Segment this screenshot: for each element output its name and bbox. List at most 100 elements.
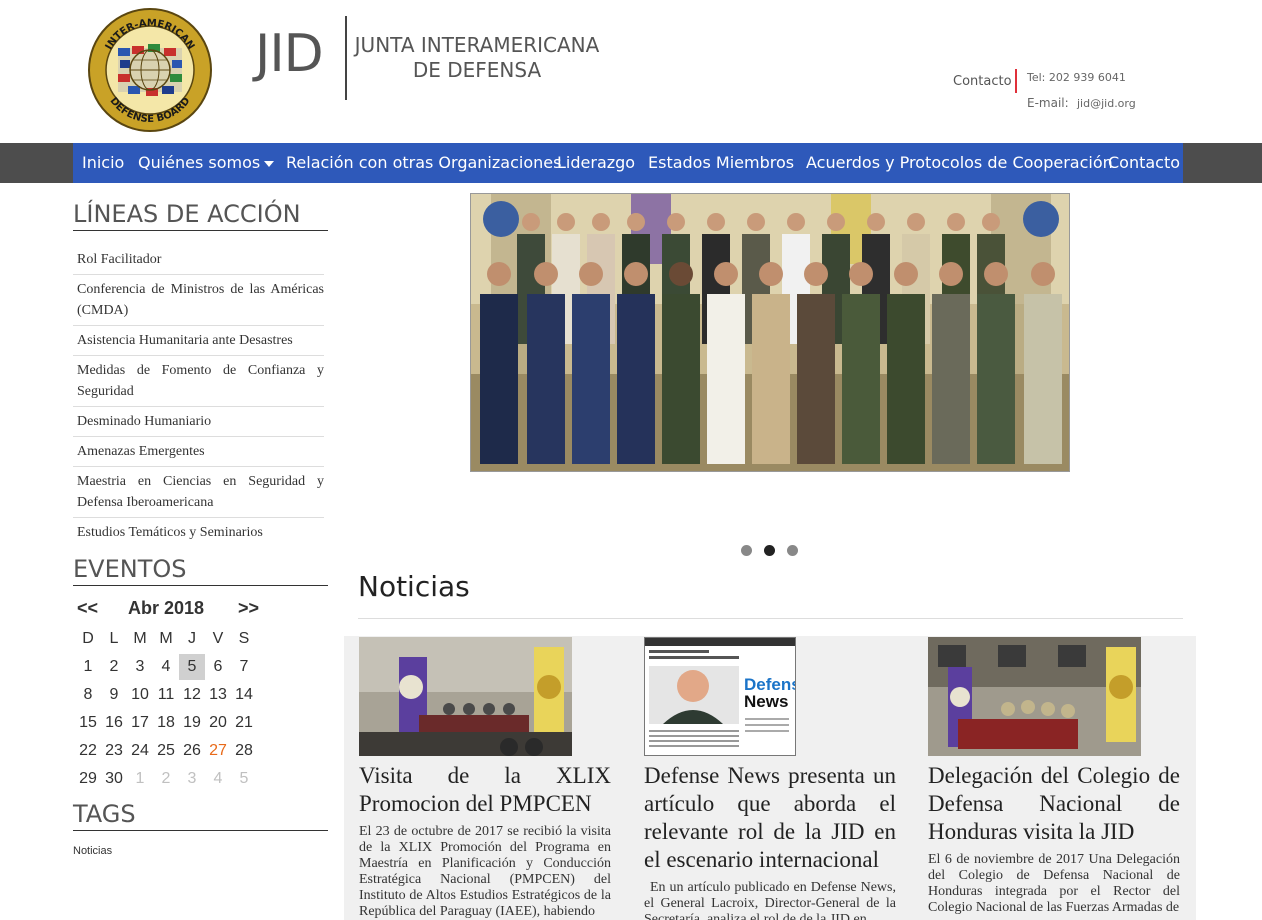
calendar-day-other-month: 3 bbox=[187, 770, 197, 787]
news-card: Visita de la XLIX Promocion del PMPCEN E… bbox=[359, 636, 613, 920]
nav-item-inicio[interactable]: Inicio bbox=[82, 143, 124, 183]
nav-item-liderazgo[interactable]: Liderazgo bbox=[557, 143, 635, 183]
tags-heading: TAGS bbox=[73, 800, 328, 831]
news-heading: Noticias bbox=[358, 570, 470, 603]
logo-divider bbox=[345, 16, 347, 100]
calendar-weekday: S bbox=[238, 630, 250, 647]
calendar-next-button[interactable]: >> bbox=[238, 598, 259, 619]
news-title-link[interactable]: Delegación del Colegio de Defensa Nacion… bbox=[928, 762, 1180, 846]
calendar-day-other-month: 2 bbox=[161, 770, 171, 787]
news-excerpt: En un artículo publicado en Defense News… bbox=[644, 880, 896, 920]
calendar-day[interactable]: 15 bbox=[75, 710, 101, 736]
list-item[interactable]: Asistencia Humanitaria ante Desastres bbox=[73, 326, 324, 356]
org-name-line2: DE DEFENSA bbox=[412, 58, 542, 82]
lineas-de-accion-list: Rol Facilitador Conferencia de Ministros… bbox=[73, 245, 324, 547]
calendar-day[interactable]: 12 bbox=[179, 682, 205, 708]
calendar-day[interactable]: 1 bbox=[75, 654, 101, 680]
contact-divider bbox=[1015, 69, 1017, 93]
nav-item-acuerdos[interactable]: Acuerdos y Protocolos de Cooperación bbox=[806, 143, 1113, 183]
calendar-day[interactable]: 13 bbox=[205, 682, 231, 708]
news-excerpt: El 23 de octubre de 2017 se recibió la v… bbox=[359, 824, 611, 919]
calendar-month-title: Abr 2018 bbox=[128, 598, 205, 618]
header-email-label: E-mail: bbox=[1027, 96, 1069, 110]
lineas-de-accion-heading: LÍNEAS DE ACCIÓN bbox=[73, 200, 328, 231]
calendar-day[interactable]: 2 bbox=[101, 654, 127, 680]
calendar-day[interactable]: 22 bbox=[75, 738, 101, 764]
news-card: Defense News Defense News presenta un ar… bbox=[644, 636, 898, 920]
calendar-day[interactable]: 10 bbox=[127, 682, 153, 708]
list-item[interactable]: Rol Facilitador bbox=[73, 245, 324, 275]
calendar-day[interactable]: 28 bbox=[231, 738, 257, 764]
calendar-day-other-month: 1 bbox=[135, 770, 145, 787]
thumb-brand-line1: Defense bbox=[744, 675, 795, 694]
thumb-brand-line2: News bbox=[744, 692, 789, 711]
news-thumbnail[interactable]: Defense News bbox=[644, 637, 796, 756]
calendar-day[interactable]: 16 bbox=[101, 710, 127, 736]
group-photo-illustration bbox=[471, 194, 1069, 471]
jid-logo-text[interactable]: JID bbox=[255, 24, 324, 84]
calendar-day[interactable]: 25 bbox=[153, 738, 179, 764]
carousel-dot[interactable] bbox=[741, 545, 752, 556]
calendar-day[interactable]: 23 bbox=[101, 738, 127, 764]
news-title-link[interactable]: Defense News presenta un artículo que ab… bbox=[644, 762, 896, 874]
calendar-day[interactable]: 17 bbox=[127, 710, 153, 736]
calendar-day[interactable]: 8 bbox=[75, 682, 101, 708]
list-item[interactable]: Medidas de Fomento de Confianza y Seguri… bbox=[73, 356, 324, 407]
calendar-day[interactable]: 9 bbox=[101, 682, 127, 708]
calendar-day[interactable]: 30 bbox=[101, 766, 127, 792]
calendar-weekday: M bbox=[133, 630, 147, 647]
site-header: INTER-AMERICAN DEFENSE BOARD JID JUNTA I… bbox=[0, 0, 1262, 143]
calendar-day[interactable]: 7 bbox=[231, 654, 257, 680]
calendar-day[interactable]: 20 bbox=[205, 710, 231, 736]
calendar-day[interactable]: 24 bbox=[127, 738, 153, 764]
list-item[interactable]: Estudios Temáticos y Seminarios bbox=[73, 518, 324, 547]
nav-item-estados-miembros[interactable]: Estados Miembros bbox=[648, 143, 794, 183]
news-thumbnail[interactable] bbox=[928, 637, 1141, 756]
nav-item-quienes-somos-label: Quiénes somos bbox=[138, 153, 261, 172]
eventos-heading: EVENTOS bbox=[73, 555, 328, 586]
caret-down-icon bbox=[264, 160, 275, 167]
calendar-weekday: D bbox=[82, 630, 94, 647]
calendar-day[interactable]: 29 bbox=[75, 766, 101, 792]
calendar-day[interactable]: 19 bbox=[179, 710, 205, 736]
inter-american-defense-board-seal-logo[interactable]: INTER-AMERICAN DEFENSE BOARD bbox=[88, 8, 212, 132]
calendar-day[interactable]: 18 bbox=[153, 710, 179, 736]
calendar-day[interactable]: 21 bbox=[231, 710, 257, 736]
header-contact-link[interactable]: Contacto bbox=[953, 74, 1012, 89]
calendar-day[interactable]: 4 bbox=[153, 654, 179, 680]
calendar-day[interactable]: 11 bbox=[153, 682, 179, 708]
list-item[interactable]: Desminado Humaniario bbox=[73, 407, 324, 437]
events-calendar: << Abr 2018 >> D L M M J V S 1 2 3 4 5 6 7 8 9 10 11 12 13 1… bbox=[73, 596, 328, 787]
calendar-day[interactable]: 5 bbox=[179, 654, 205, 680]
nav-item-relacion[interactable]: Relación con otras Organizaciones bbox=[286, 143, 561, 183]
list-item[interactable]: Conferencia de Ministros de las Américas… bbox=[73, 275, 324, 326]
nav-item-contacto[interactable]: Contacto bbox=[1108, 143, 1180, 183]
carousel-dot-active[interactable] bbox=[764, 545, 775, 556]
main-nav: Inicio Quiénes somos Relación con otras … bbox=[73, 143, 1183, 183]
news-thumbnail[interactable] bbox=[359, 637, 572, 756]
list-item[interactable]: Amenazas Emergentes bbox=[73, 437, 324, 467]
news-excerpt: El 6 de noviembre de 2017 Una Delegación… bbox=[928, 852, 1180, 915]
calendar-day[interactable]: 27 bbox=[205, 738, 231, 764]
org-name-line1: JUNTA INTERAMERICANA bbox=[354, 33, 600, 57]
header-email-link[interactable]: jid@jid.org bbox=[1077, 97, 1136, 110]
news-divider bbox=[358, 618, 1183, 619]
header-phone: Tel: 202 939 6041 bbox=[1027, 71, 1126, 84]
list-item[interactable]: Maestria en Ciencias en Seguridad y Defe… bbox=[73, 467, 324, 518]
calendar-day[interactable]: 14 bbox=[231, 682, 257, 708]
news-title-link[interactable]: Visita de la XLIX Promocion del PMPCEN bbox=[359, 762, 611, 818]
carousel-dot[interactable] bbox=[787, 545, 798, 556]
nav-item-quienes-somos[interactable]: Quiénes somos bbox=[138, 143, 275, 183]
calendar-weekday: J bbox=[188, 630, 196, 647]
calendar-prev-button[interactable]: << bbox=[77, 598, 98, 619]
tag-link-noticias[interactable]: Noticias bbox=[73, 845, 112, 857]
calendar-day[interactable]: 3 bbox=[127, 654, 153, 680]
calendar-day[interactable]: 26 bbox=[179, 738, 205, 764]
calendar-day-other-month: 5 bbox=[239, 770, 249, 787]
calendar-header: << Abr 2018 >> bbox=[73, 596, 328, 622]
calendar-weekday: V bbox=[212, 630, 224, 647]
hero-carousel-image[interactable] bbox=[470, 193, 1070, 472]
defense-news-thumb-logo: Defense News bbox=[744, 675, 795, 711]
calendar-day[interactable]: 6 bbox=[205, 654, 231, 680]
calendar-weekday: M bbox=[159, 630, 173, 647]
